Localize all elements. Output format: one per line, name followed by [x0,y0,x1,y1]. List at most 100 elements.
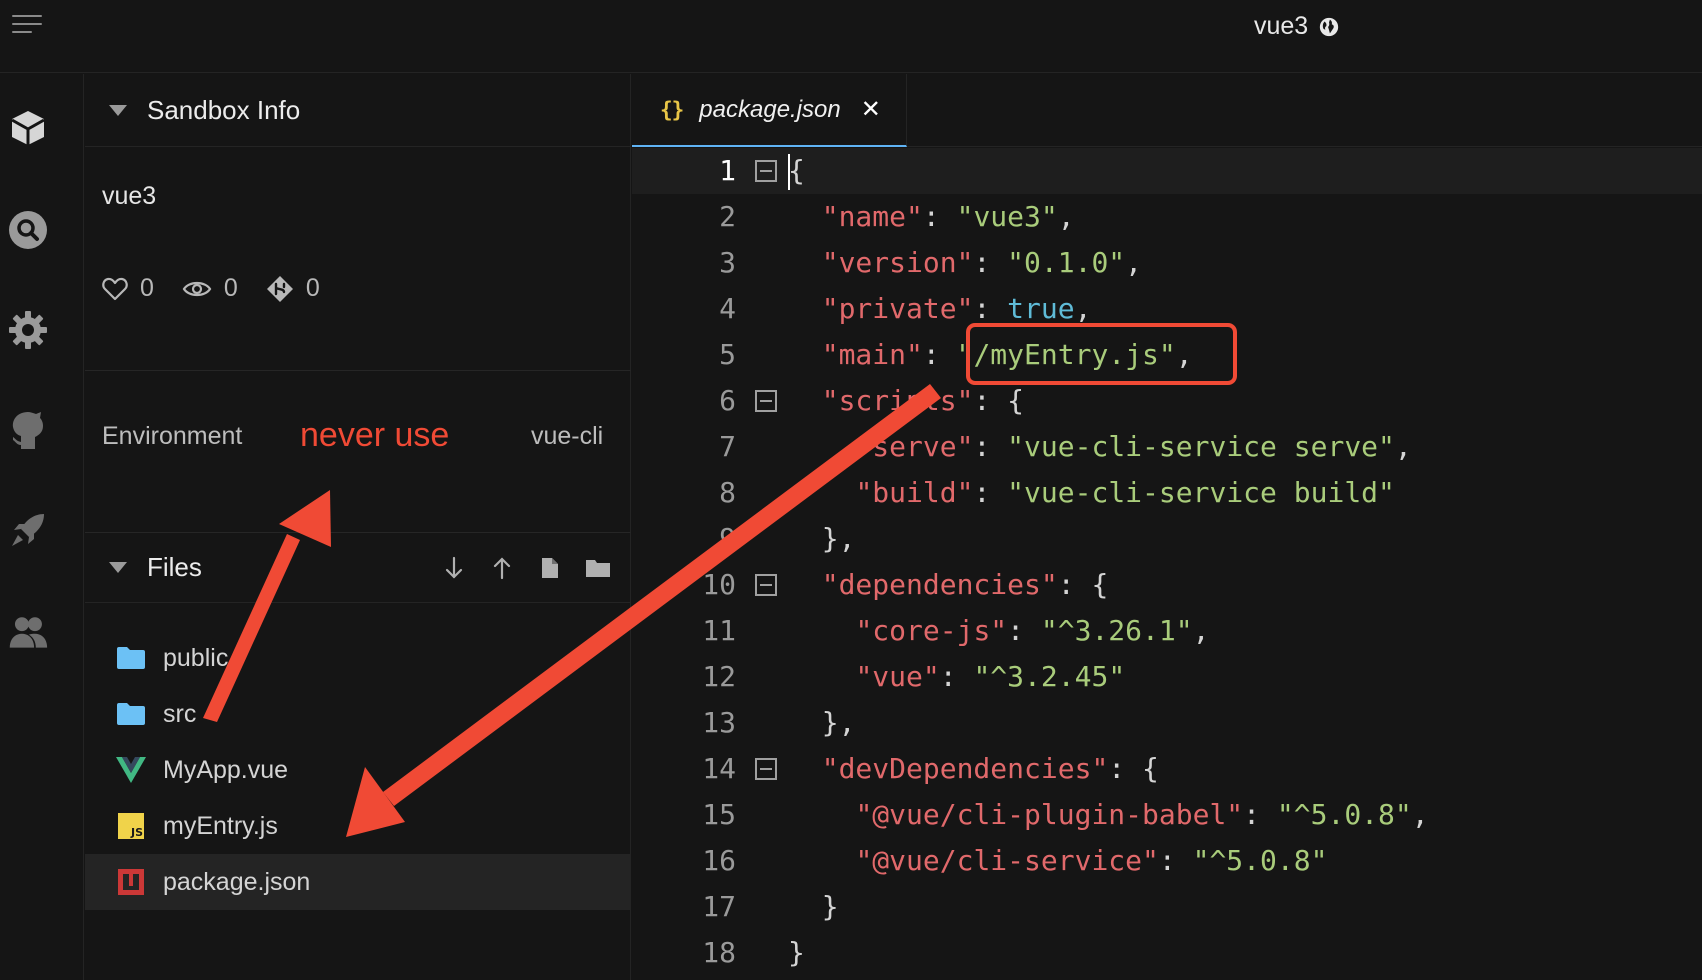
file-row-myapp-vue[interactable]: MyApp.vue [85,742,631,798]
fold-icon[interactable] [755,160,777,182]
json-key: "scripts" [821,384,974,417]
tab-label: package.json [699,95,841,123]
json-string: "^5.0.8" [1192,844,1328,877]
json-key: "serve" [855,430,974,463]
code-line[interactable]: 12 "vue": "^3.2.45" [632,654,1702,700]
json-key: "name" [821,200,923,233]
code-line[interactable]: 5 "main": "/myEntry.js", [632,332,1702,378]
code-line[interactable]: 3 "version": "0.1.0", [632,240,1702,286]
code-text: "private": true, [821,292,1092,325]
json-string: "0.1.0" [1007,246,1126,279]
new-folder-icon[interactable] [585,555,611,581]
sandbox-title: vue3 [1254,12,1340,41]
code-text: "main": "/myEntry.js", [821,338,1193,371]
code-text: "@vue/cli-plugin-babel": "^5.0.8", [855,798,1429,831]
code-text: "core-js": "^3.26.1", [855,614,1210,647]
line-number: 2 [719,200,736,233]
brace: { [788,154,805,187]
code-line[interactable]: 9 }, [632,516,1702,562]
line-number: 4 [719,292,736,325]
code-line[interactable]: 16 "@vue/cli-service": "^5.0.8" [632,838,1702,884]
caret-down-icon[interactable] [109,562,127,573]
code-text: } [788,884,839,930]
json-key: "private" [821,292,974,325]
code-line[interactable]: 11 "core-js": "^3.26.1", [632,608,1702,654]
code-line[interactable]: 2 "name": "vue3", [632,194,1702,240]
tab-bar: {} package.json ✕ [632,74,1702,147]
npm-icon [115,866,147,898]
file-row-public[interactable]: public [85,630,631,686]
file-name: package.json [163,867,311,896]
tab-package-json[interactable]: {} package.json ✕ [632,74,907,147]
code-line[interactable]: 1 { [632,148,1702,194]
svg-text:JS: JS [130,826,143,839]
code-line[interactable]: 6 "scripts": { [632,378,1702,424]
line-number: 14 [702,752,736,785]
fold-icon[interactable] [755,390,777,412]
line-number: 3 [719,246,736,279]
code-line[interactable]: 14 "devDependencies": { [632,746,1702,792]
code-text: "serve": "vue-cli-service serve", [855,430,1412,463]
code-text: "name": "vue3", [821,200,1075,233]
code-text: } [788,930,805,976]
code-line[interactable]: 15 "@vue/cli-plugin-babel": "^5.0.8", [632,792,1702,838]
gear-icon[interactable] [8,310,48,350]
close-icon[interactable]: ✕ [861,95,881,124]
folder-icon [115,642,147,674]
code-text: "devDependencies": { [821,752,1159,785]
files-title: Files [147,552,202,582]
files-actions [441,555,611,581]
line-number: 18 [702,936,736,969]
code-line[interactable]: 13 }, [632,700,1702,746]
json-boolean: true [1007,292,1075,325]
editor: {} package.json ✕ 1 { 2 "name": "vue3", … [632,74,1702,980]
json-string: "^3.2.45" [973,660,1126,693]
code-text: }, [788,700,856,746]
json-string: "vue-cli-service build" [1007,476,1395,509]
json-key: "build" [855,476,974,509]
line-number: 11 [702,614,736,647]
new-file-icon[interactable] [537,555,563,581]
line-number: 7 [719,430,736,463]
json-key: "main" [821,338,923,371]
cube-icon[interactable] [8,108,48,148]
code-line[interactable]: 17 } [632,884,1702,930]
json-string: "^5.0.8" [1276,798,1412,831]
download-icon[interactable] [441,555,467,581]
code-text: "vue": "^3.2.45" [855,660,1126,693]
files-header[interactable]: Files [85,533,631,603]
divider [85,370,631,371]
sandbox-info-header[interactable]: Sandbox Info [85,74,631,147]
code-line[interactable]: 10 "dependencies": { [632,562,1702,608]
forks-stat[interactable]: 0 [266,274,320,303]
line-number: 8 [719,476,736,509]
rocket-icon[interactable] [8,510,48,550]
users-icon[interactable] [8,612,48,652]
globe-icon[interactable] [1318,16,1340,38]
menu-icon[interactable] [12,15,42,37]
github-icon[interactable] [8,410,48,450]
code-line[interactable]: 8 "build": "vue-cli-service build" [632,470,1702,516]
fold-icon[interactable] [755,574,777,596]
sandbox-title-text: vue3 [1254,12,1309,40]
code-line[interactable]: 7 "serve": "vue-cli-service serve", [632,424,1702,470]
code-line[interactable]: 4 "private": true, [632,286,1702,332]
upload-icon[interactable] [489,555,515,581]
caret-down-icon[interactable] [109,104,127,116]
code-line[interactable]: 18 } [632,930,1702,976]
file-row-myentry-js[interactable]: JS myEntry.js [85,798,631,854]
file-name: MyApp.vue [163,755,289,784]
code-text: "build": "vue-cli-service build" [855,476,1395,509]
line-number: 10 [702,568,736,601]
sidebar: Sandbox Info vue3 0 0 0 Environment neve… [85,74,631,980]
code-text: "scripts": { [821,384,1025,417]
line-number: 13 [702,706,736,739]
search-icon[interactable] [8,210,48,250]
file-row-package-json[interactable]: package.json [85,854,631,910]
brace: } [821,890,839,923]
fold-icon[interactable] [755,758,777,780]
file-row-src[interactable]: src [85,686,631,742]
likes-count: 0 [140,274,154,302]
likes-stat[interactable]: 0 [102,274,154,303]
file-name: myEntry.js [163,811,278,840]
